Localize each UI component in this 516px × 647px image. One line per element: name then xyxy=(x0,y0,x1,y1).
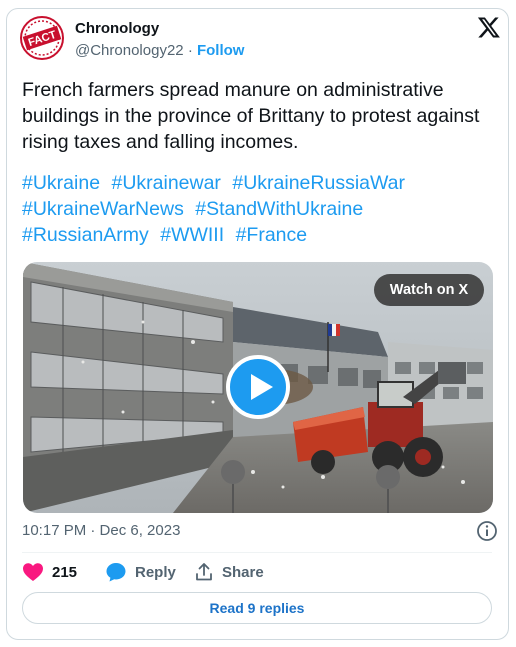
read-replies-button[interactable]: Read 9 replies xyxy=(22,592,492,624)
hashtag-link[interactable]: #UkraineWarNews xyxy=(22,198,184,220)
play-button-icon[interactable] xyxy=(226,355,290,419)
author-name[interactable]: Chronology xyxy=(75,20,159,37)
hashtag-link[interactable]: #Ukrainewar xyxy=(111,172,220,194)
watch-on-x-button[interactable]: Watch on X xyxy=(374,274,484,306)
share-upload-icon xyxy=(196,563,212,581)
hashtag-link[interactable]: #Ukraine xyxy=(22,172,100,194)
hashtag-link[interactable]: #WWIII xyxy=(160,224,224,246)
reply-button[interactable]: Reply xyxy=(105,562,176,582)
author-handle-row: @Chronology22 · Follow xyxy=(75,42,244,59)
follow-button[interactable]: Follow xyxy=(197,42,245,59)
x-logo-icon[interactable] xyxy=(477,15,501,39)
post-timestamp[interactable]: 10:17 PM · Dec 6, 2023 xyxy=(22,522,180,539)
share-button[interactable]: Share xyxy=(194,562,264,582)
info-icon[interactable] xyxy=(476,520,498,542)
share-label: Share xyxy=(222,563,264,581)
hashtag-link[interactable]: #StandWithUkraine xyxy=(195,198,363,220)
divider xyxy=(22,552,492,553)
hashtag-link[interactable]: #UkraineRussiaWar xyxy=(232,172,405,194)
reply-label: Reply xyxy=(135,563,176,581)
separator-dot: · xyxy=(187,42,193,59)
post-text: French farmers spread manure on administ… xyxy=(22,79,480,153)
hashtag-list: #Ukraine #Ukrainewar #UkraineRussiaWar #… xyxy=(22,170,497,248)
hashtag-link[interactable]: #France xyxy=(236,224,308,246)
like-button[interactable]: 215 xyxy=(22,562,77,582)
heart-icon xyxy=(23,563,43,581)
like-count: 215 xyxy=(52,563,78,581)
reply-bubble-icon xyxy=(106,563,126,582)
avatar[interactable]: FACT xyxy=(19,15,65,61)
author-handle[interactable]: @Chronology22 xyxy=(75,42,184,59)
hashtag-link[interactable]: #RussianArmy xyxy=(22,224,149,246)
